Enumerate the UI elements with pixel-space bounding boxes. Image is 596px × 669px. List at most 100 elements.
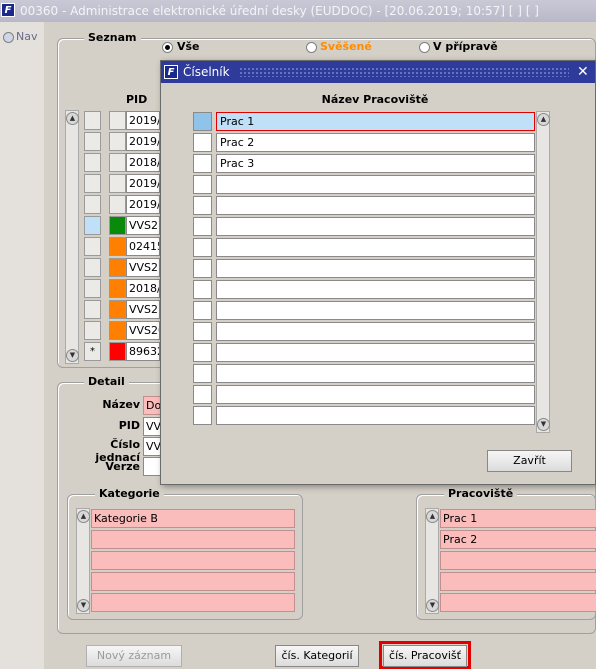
nav-label[interactable]: Nav — [16, 30, 37, 43]
window-title-bar: F 00360 - Administrace elektronické úřed… — [0, 0, 596, 22]
dialog-row-name[interactable]: Prac 2 — [216, 133, 535, 152]
dialog-row-name[interactable] — [216, 196, 535, 215]
dialog-row-selector[interactable] — [193, 301, 212, 320]
filter-all-label[interactable]: Vše — [177, 40, 200, 53]
novy-zaznam-button[interactable]: Nový záznam — [86, 645, 182, 667]
dialog-row-selector[interactable] — [193, 364, 212, 383]
row-marker[interactable] — [84, 174, 101, 193]
dialog-title: Číselník — [183, 65, 230, 79]
pid-cell[interactable]: 2019/1 — [126, 132, 160, 151]
nav-radio-icon[interactable] — [3, 32, 14, 43]
dialog-scroll-down-icon[interactable]: ▼ — [537, 418, 550, 431]
filter-v-priprave-radio[interactable] — [419, 42, 430, 53]
dialog-row-selector[interactable] — [193, 238, 212, 257]
row-marker[interactable] — [84, 321, 101, 340]
pid-cell[interactable]: 2019/1 — [126, 111, 160, 130]
pid-cell[interactable]: VVS20 — [126, 321, 160, 340]
dialog-row-selector[interactable] — [193, 217, 212, 236]
kategorie-item[interactable]: Kategorie B — [91, 509, 295, 528]
filter-all-radio[interactable] — [162, 42, 173, 53]
filter-svesene-radio[interactable] — [306, 42, 317, 53]
row-marker[interactable] — [84, 111, 101, 130]
row-marker[interactable] — [84, 300, 101, 319]
dialog-row-selector[interactable] — [193, 280, 212, 299]
dialog-row-selector[interactable] — [193, 259, 212, 278]
dialog-row-name[interactable] — [216, 238, 535, 257]
cis-kategorii-button[interactable]: čís. Kategorií — [275, 645, 359, 667]
pid-cell[interactable]: VVS2 — [126, 216, 160, 235]
close-icon[interactable]: ✕ — [577, 61, 589, 83]
nazev-label: Název — [102, 398, 140, 411]
row-marker[interactable] — [84, 195, 101, 214]
list-scrollbar[interactable]: ▲ ▼ — [65, 110, 79, 364]
pracoviste-item[interactable] — [440, 593, 596, 612]
pid-column-header: PID — [126, 93, 148, 106]
window-title: 00360 - Administrace elektronické úřední… — [20, 4, 539, 18]
row-marker[interactable] — [84, 279, 101, 298]
dialog-row-name[interactable] — [216, 259, 535, 278]
scroll-up-icon[interactable]: ▲ — [66, 112, 79, 125]
dialog-row-selector[interactable] — [193, 196, 212, 215]
row-marker[interactable] — [84, 258, 101, 277]
pracoviste-item[interactable]: Prac 2 — [440, 530, 596, 549]
dialog-row-selector[interactable] — [193, 133, 212, 152]
dialog-row-name[interactable] — [216, 175, 535, 194]
filter-svesene-label[interactable]: Svěšené — [320, 40, 372, 53]
pracoviste-item[interactable]: Prac 1 — [440, 509, 596, 528]
kategorie-scroll-down-icon[interactable]: ▼ — [77, 599, 90, 612]
row-marker[interactable] — [84, 153, 101, 172]
title-grip-pattern — [239, 67, 569, 77]
dialog-row-name[interactable] — [216, 301, 535, 320]
dialog-row-selector[interactable] — [193, 322, 212, 341]
pid-cell[interactable]: VVS2 — [126, 258, 160, 277]
pid-cell[interactable]: 2018/5 — [126, 153, 160, 172]
dialog-row-name[interactable] — [216, 217, 535, 236]
kategorie-scrollbar[interactable]: ▲ ▼ — [76, 508, 90, 614]
dialog-row-selector[interactable] — [193, 112, 212, 131]
pid-cell[interactable]: 89632 — [126, 342, 160, 361]
detail-legend: Detail — [84, 375, 129, 388]
dialog-row-name[interactable] — [216, 343, 535, 362]
pracoviste-scrollbar[interactable]: ▲ ▼ — [425, 508, 439, 614]
row-marker[interactable] — [84, 216, 101, 235]
kategorie-item[interactable] — [91, 551, 295, 570]
dialog-row-selector[interactable] — [193, 343, 212, 362]
row-status-indicator — [109, 216, 126, 235]
seznam-legend: Seznam — [84, 31, 141, 44]
dialog-scrollbar[interactable]: ▲ ▼ — [536, 111, 550, 433]
dialog-row-selector[interactable] — [193, 385, 212, 404]
pracoviste-item[interactable] — [440, 551, 596, 570]
pid-cell[interactable]: 2019/1 — [126, 174, 160, 193]
dialog-row-name[interactable] — [216, 385, 535, 404]
pid-cell[interactable]: VVS2 — [126, 300, 160, 319]
dialog-row-name[interactable] — [216, 280, 535, 299]
pid-cell[interactable]: 02415 — [126, 237, 160, 256]
pracoviste-scroll-up-icon[interactable]: ▲ — [426, 510, 439, 523]
filter-v-priprave-label[interactable]: V přípravě — [433, 40, 498, 53]
pracoviste-scroll-down-icon[interactable]: ▼ — [426, 599, 439, 612]
kategorie-scroll-up-icon[interactable]: ▲ — [77, 510, 90, 523]
scroll-down-icon[interactable]: ▼ — [66, 349, 79, 362]
kategorie-item[interactable] — [91, 593, 295, 612]
row-marker[interactable] — [84, 237, 101, 256]
row-marker[interactable] — [84, 132, 101, 151]
dialog-title-bar[interactable]: F Číselník ✕ — [161, 61, 595, 83]
pid-cell[interactable]: 2019/1 — [126, 195, 160, 214]
dialog-row-selector[interactable] — [193, 175, 212, 194]
dialog-row-selector[interactable] — [193, 406, 212, 425]
row-marker[interactable]: * — [84, 342, 101, 361]
kategorie-item[interactable] — [91, 530, 295, 549]
pracoviste-item[interactable] — [440, 572, 596, 591]
cis-pracovist-button[interactable]: čís. Pracovišť — [383, 645, 467, 667]
dialog-row-name[interactable] — [216, 322, 535, 341]
dialog-row-name[interactable]: Prac 3 — [216, 154, 535, 173]
dialog-logo-icon: F — [164, 65, 178, 79]
zavrit-button[interactable]: Zavřít — [487, 450, 572, 472]
dialog-row-name[interactable] — [216, 406, 535, 425]
pid-cell[interactable]: 2018/5 — [126, 279, 160, 298]
dialog-row-selector[interactable] — [193, 154, 212, 173]
dialog-row-name[interactable] — [216, 364, 535, 383]
dialog-scroll-up-icon[interactable]: ▲ — [537, 113, 550, 126]
kategorie-item[interactable] — [91, 572, 295, 591]
dialog-row-name[interactable]: Prac 1 — [216, 112, 535, 131]
